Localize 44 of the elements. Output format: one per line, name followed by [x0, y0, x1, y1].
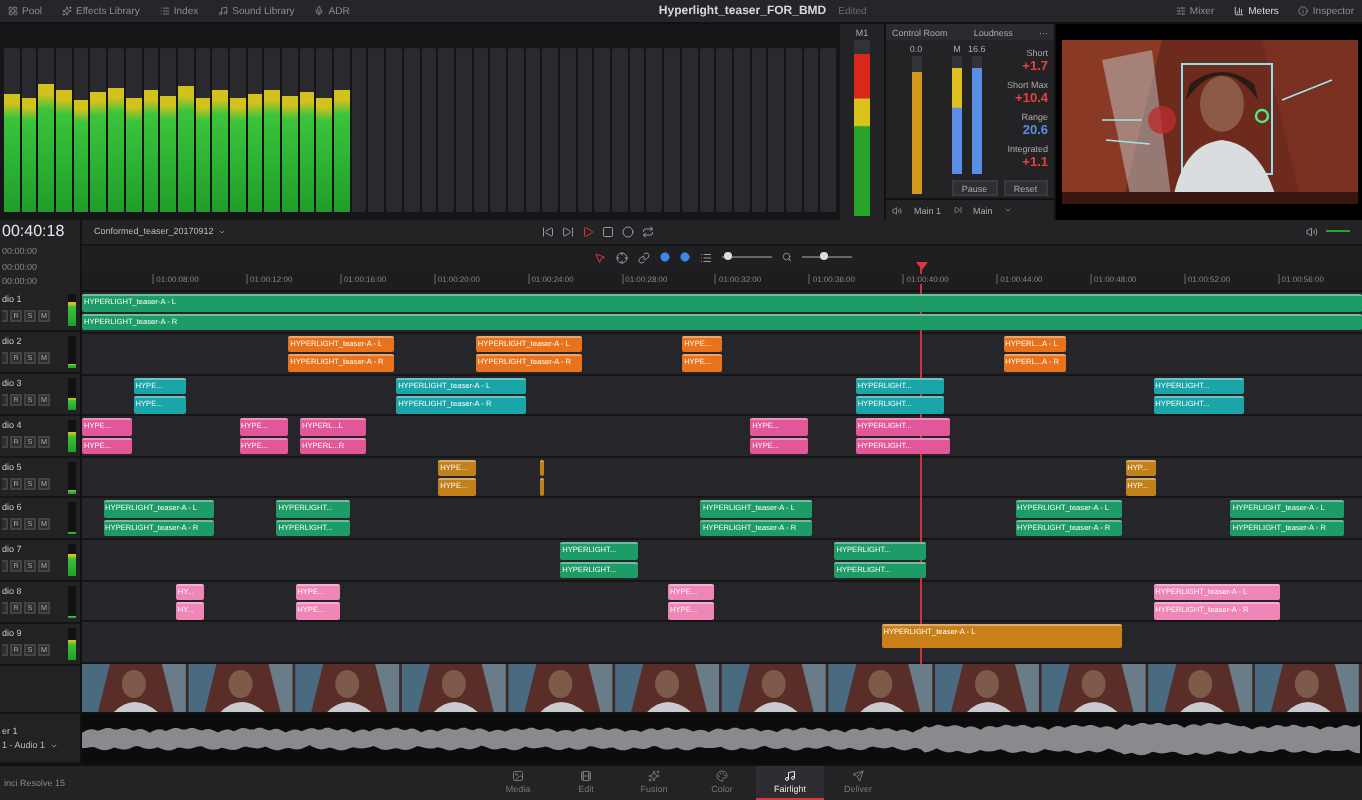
audio-clip[interactable]: [539, 459, 544, 477]
track-button[interactable]: [2, 477, 8, 490]
speaker-icon: [892, 205, 902, 215]
search-icon[interactable]: [782, 252, 792, 263]
dot-icon[interactable]: [680, 252, 690, 263]
loop-icon[interactable]: [641, 225, 654, 238]
pointer-icon[interactable]: [594, 251, 606, 264]
tool-icon: [8, 6, 18, 16]
crosshair-icon[interactable]: [616, 251, 628, 264]
page-icon: [648, 770, 660, 782]
rewind-icon[interactable]: [541, 225, 554, 238]
track-button[interactable]: [2, 351, 8, 364]
timecode: 00:40:18: [2, 220, 67, 244]
page-icon: [580, 770, 592, 782]
dot-icon[interactable]: [660, 252, 670, 263]
tool-icon: [159, 6, 170, 16]
slider-thumb[interactable]: [724, 252, 733, 261]
tool-icon: [1175, 6, 1186, 16]
tool-icon: [1234, 6, 1245, 16]
record-icon[interactable]: [621, 225, 634, 238]
audio-clip[interactable]: [539, 478, 544, 496]
track-button[interactable]: [2, 309, 8, 322]
track-button[interactable]: [2, 644, 8, 657]
track-button[interactable]: [2, 393, 8, 406]
track-button[interactable]: [2, 560, 8, 573]
page-icon: [512, 770, 524, 782]
tool-icon: [218, 6, 229, 16]
list-icon[interactable]: [700, 251, 712, 264]
track-button[interactable]: [2, 518, 8, 531]
tool-icon: [62, 6, 73, 16]
page-icon: [716, 770, 728, 782]
slider-thumb[interactable]: [820, 252, 829, 261]
tool-icon: [314, 6, 325, 16]
link-icon[interactable]: [638, 251, 650, 264]
tool-icon: [1298, 6, 1309, 16]
track-button[interactable]: [2, 435, 8, 448]
track-button[interactable]: [2, 602, 8, 615]
speaker-icon[interactable]: [1306, 225, 1318, 238]
stop-icon[interactable]: [601, 225, 614, 238]
fast-forward-icon[interactable]: [561, 225, 574, 238]
play-icon[interactable]: [581, 225, 594, 238]
arrow-icon: [953, 206, 962, 214]
page-icon: [852, 770, 864, 782]
page-icon: [784, 770, 796, 782]
